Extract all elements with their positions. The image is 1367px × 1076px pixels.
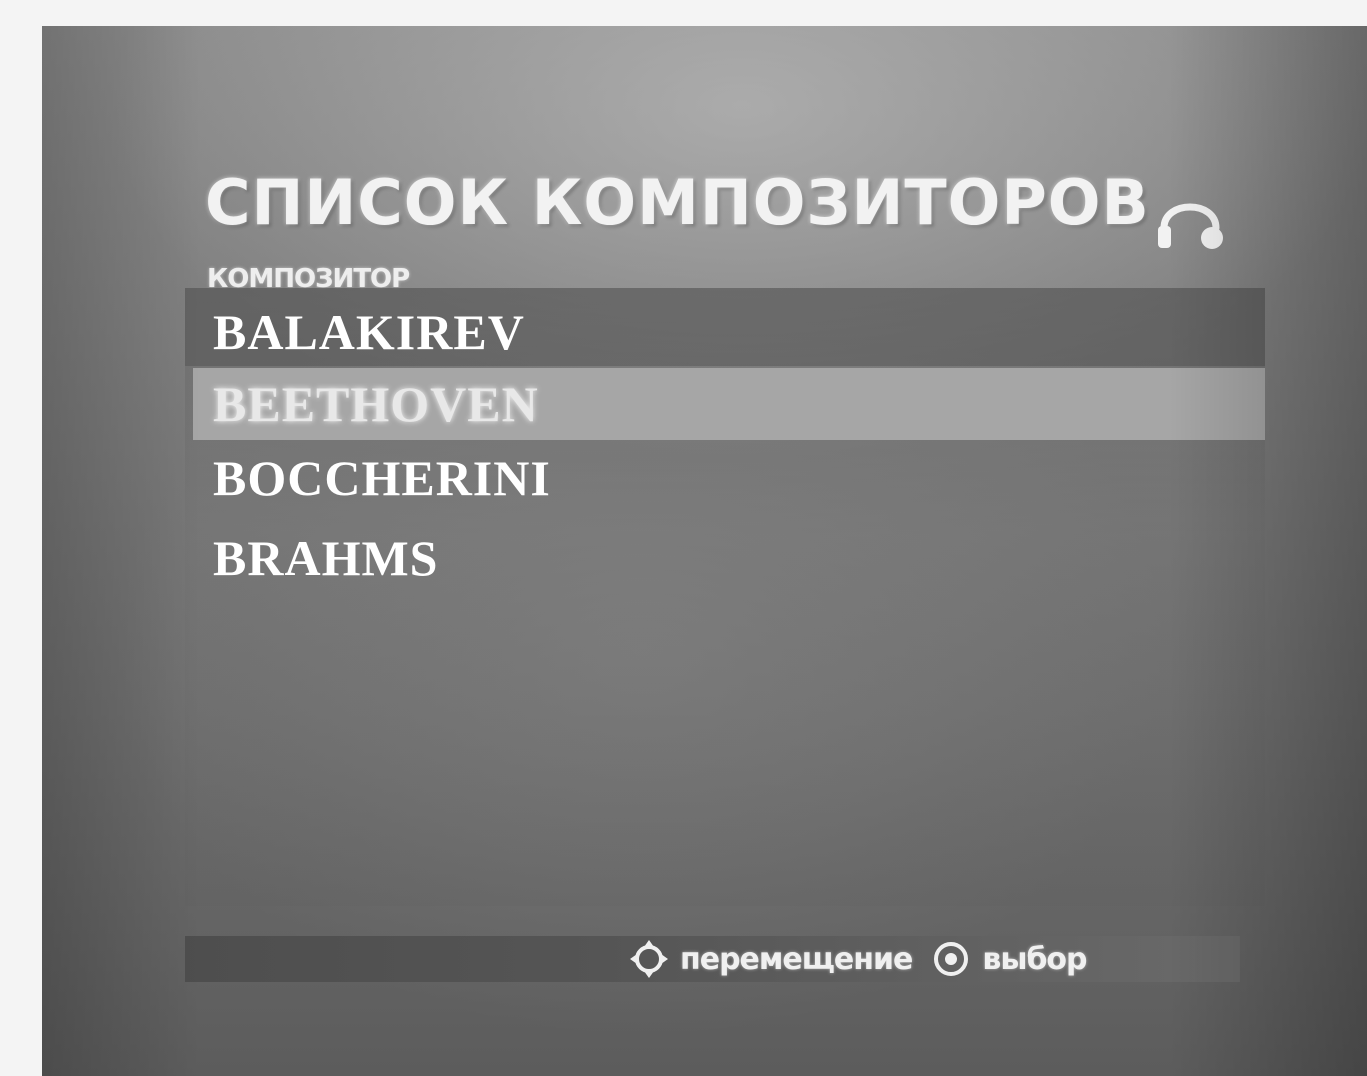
headphone-icon xyxy=(1154,188,1226,254)
list-item-boccherini[interactable]: BOCCHERINI xyxy=(193,442,1265,514)
list-item-beethoven[interactable]: BEETHOVEN xyxy=(193,368,1265,440)
select-hint-label: выбор xyxy=(982,941,1087,977)
move-hint-label: перемещение xyxy=(680,941,913,977)
enter-button-icon xyxy=(930,938,972,980)
composer-list: BALAKIREV BEETHOVEN BOCCHERINI BRAHMS xyxy=(185,288,1265,906)
tv-screen: СПИСОК КОМПОЗИТОРОВ КОМПОЗИТОР BALAKIREV… xyxy=(42,26,1367,1076)
list-item-brahms[interactable]: BRAHMS xyxy=(193,522,1265,594)
footer-hints: перемещение выбор xyxy=(628,932,1105,986)
dpad-icon xyxy=(628,938,670,980)
page-title: СПИСОК КОМПОЗИТОРОВ xyxy=(205,166,1150,239)
list-item-balakirev[interactable]: BALAKIREV xyxy=(193,296,1265,368)
